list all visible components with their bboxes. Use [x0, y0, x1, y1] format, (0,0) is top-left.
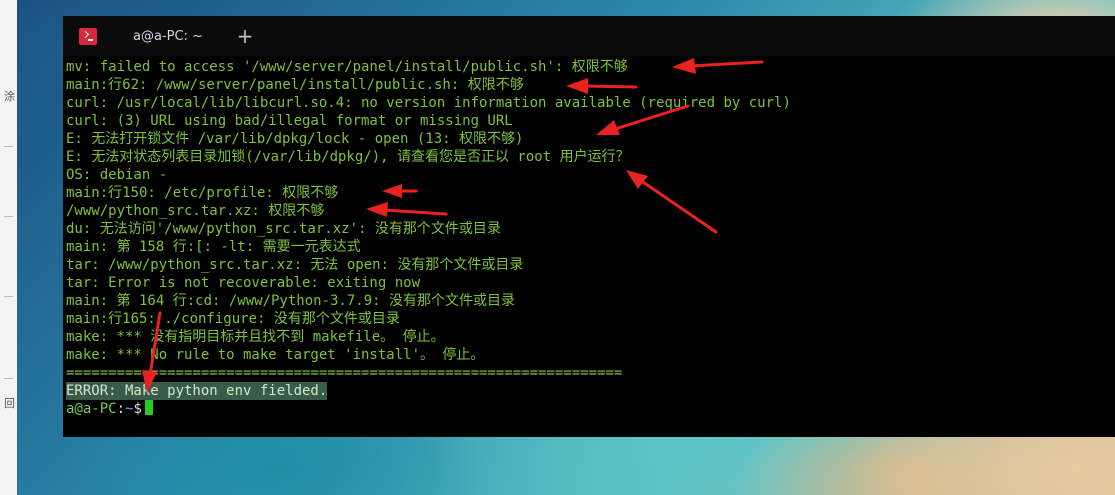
- output-line: E: 无法对状态列表目录加锁(/var/lib/dpkg/), 请查看您是否正以…: [66, 149, 630, 165]
- error-line: ERROR: Make python env fielded.: [66, 382, 328, 400]
- new-tab-icon[interactable]: +: [233, 25, 257, 47]
- terminal-output[interactable]: mv: failed to access '/www/server/panel/…: [63, 58, 1115, 437]
- output-line: curl: (3) URL using bad/illegal format o…: [66, 113, 513, 129]
- output-line: E: 无法打开锁文件 /var/lib/dpkg/lock - open (13…: [66, 131, 524, 147]
- edge-char: 回: [4, 397, 15, 410]
- edge-char: 涂: [4, 90, 15, 103]
- edge-divider: [4, 146, 13, 147]
- edge-divider: [4, 296, 13, 297]
- prompt-colon: :: [116, 401, 126, 417]
- output-line: make: *** 没有指明目标并且找不到 makefile。 停止。: [66, 329, 445, 345]
- output-line: tar: Error is not recoverable: exiting n…: [66, 275, 421, 291]
- terminal-window[interactable]: a@a-PC: ~ + mv: failed to access '/www/s…: [63, 16, 1115, 437]
- output-line: tar: /www/python_src.tar.xz: 无法 open: 没有…: [66, 257, 524, 273]
- terminal-tabbar: a@a-PC: ~ +: [63, 16, 1115, 56]
- output-line: main:行165: ./configure: 没有那个文件或目录: [66, 311, 400, 327]
- output-line: make: *** No rule to make target 'instal…: [66, 347, 485, 363]
- output-line: main:行150: /etc/profile: 权限不够: [66, 185, 339, 201]
- terminal-app-icon: [79, 28, 97, 45]
- output-line: main:行62: /www/server/panel/install/publ…: [66, 77, 524, 93]
- edge-divider: [4, 378, 13, 379]
- text-cursor: [144, 400, 153, 415]
- output-line: curl: /usr/local/lib/libcurl.so.4: no ve…: [66, 95, 791, 111]
- prompt-user-host: a@a-PC: [66, 401, 117, 417]
- separator-line: ========================================…: [66, 365, 623, 381]
- output-line: /www/python_src.tar.xz: 权限不够: [66, 203, 325, 219]
- output-line: main: 第 164 行:cd: /www/Python-3.7.9: 没有那…: [66, 293, 516, 309]
- background-window-edge: 涂 回: [0, 0, 18, 495]
- prompt-dollar: $: [133, 401, 142, 417]
- shell-prompt[interactable]: a@a-PC:~$: [66, 400, 153, 418]
- edge-divider: [4, 216, 13, 217]
- output-line: du: 无法访问'/www/python_src.tar.xz': 没有那个文件…: [66, 221, 501, 237]
- output-line: main: 第 158 行:[: -lt: 需要一元表达式: [66, 239, 361, 255]
- tab-title: a@a-PC: ~: [133, 29, 203, 44]
- output-line: mv: failed to access '/www/server/panel/…: [66, 59, 628, 75]
- output-line: OS: debian -: [66, 167, 168, 183]
